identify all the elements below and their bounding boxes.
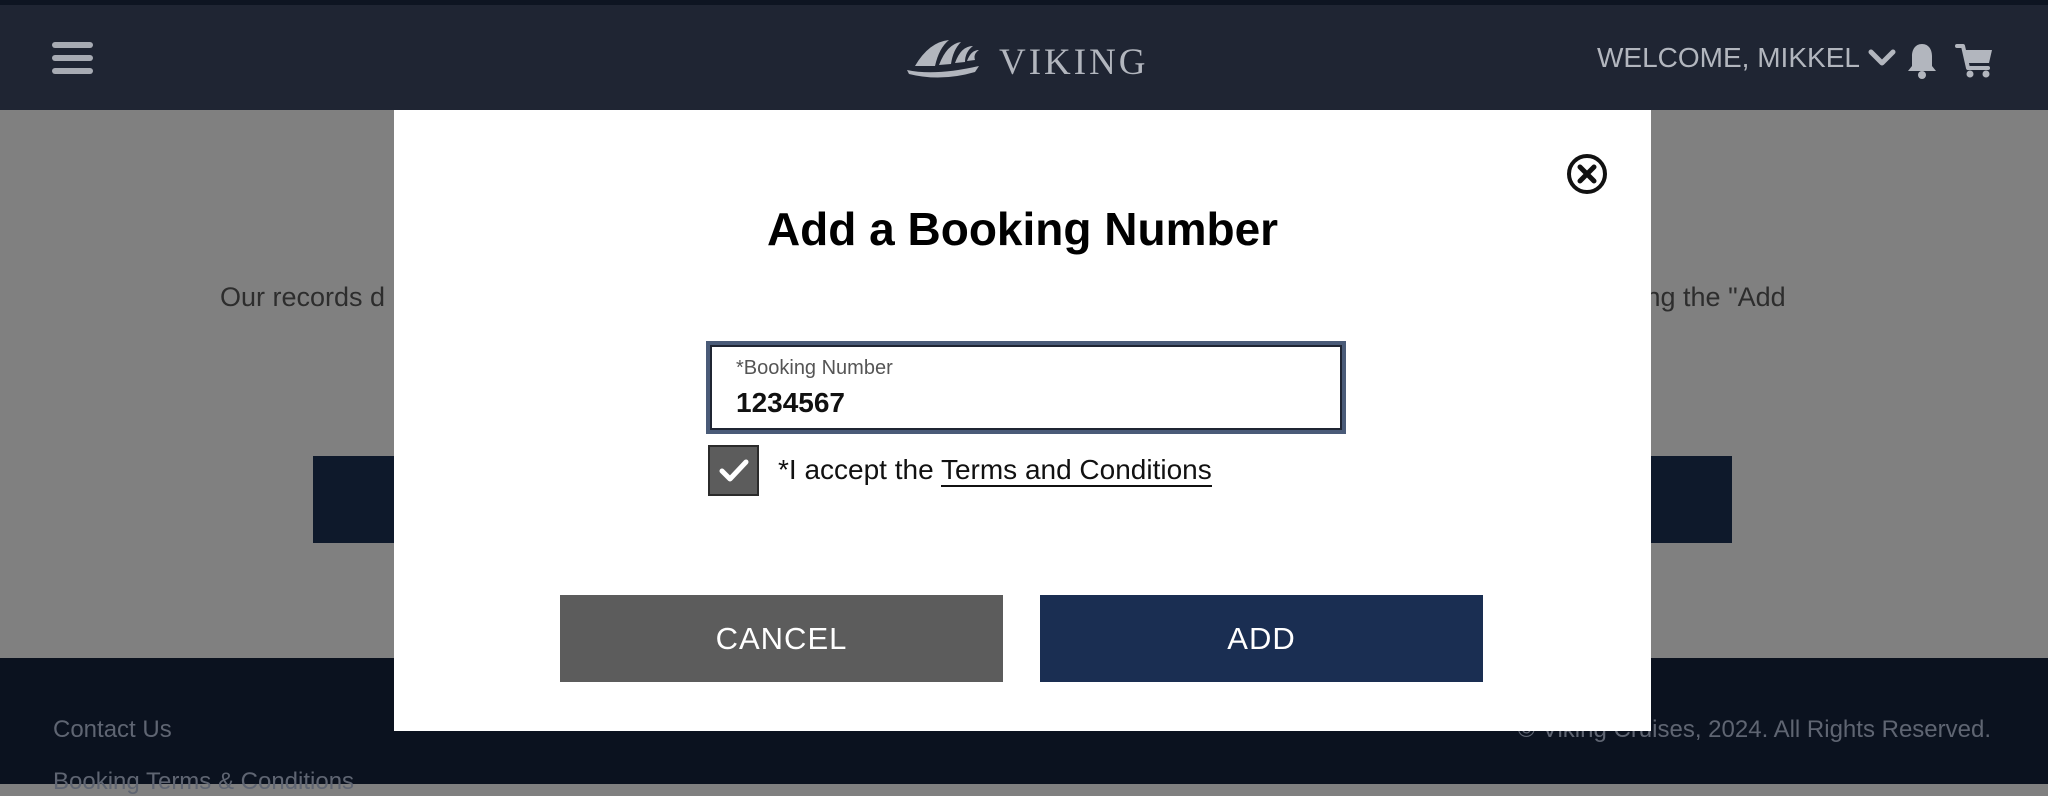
accept-terms-text: *I accept the Terms and Conditions xyxy=(778,454,1212,487)
close-icon[interactable] xyxy=(1565,152,1609,196)
add-booking-modal: Add a Booking Number *Booking Number *I … xyxy=(394,110,1651,731)
booking-terms-link[interactable]: Booking Terms & Conditions xyxy=(53,768,354,796)
records-message-tail: ting the "Add xyxy=(1632,282,1786,312)
chevron-down-icon xyxy=(1868,49,1896,66)
booking-number-label: *Booking Number xyxy=(736,357,893,379)
site-header: VIKING WELCOME, MIKKEL xyxy=(0,5,2048,110)
accept-terms-checkbox[interactable] xyxy=(708,445,759,496)
viking-ship-icon xyxy=(907,40,979,78)
terms-and-conditions-link[interactable]: Terms and Conditions xyxy=(940,454,1212,487)
welcome-text: WELCOME, MIKKEL xyxy=(1597,42,1860,73)
add-button[interactable]: ADD xyxy=(1040,595,1483,682)
booking-number-input[interactable] xyxy=(736,385,1316,421)
checkmark-icon xyxy=(719,459,748,481)
account-menu[interactable]: WELCOME, MIKKEL xyxy=(1597,38,1896,78)
contact-us-link[interactable]: Contact Us xyxy=(53,716,172,744)
viking-logo[interactable]: VIKING xyxy=(905,33,1149,83)
accept-prefix: *I accept the xyxy=(778,454,941,485)
cart-icon[interactable] xyxy=(1955,41,1995,81)
modal-title: Add a Booking Number xyxy=(766,203,1279,255)
brand-name: VIKING xyxy=(999,41,1149,83)
hamburger-menu-icon[interactable] xyxy=(52,42,93,75)
bell-icon[interactable] xyxy=(1906,41,1938,81)
booking-number-field[interactable]: *Booking Number xyxy=(706,341,1346,434)
cancel-button[interactable]: CANCEL xyxy=(560,595,1003,682)
